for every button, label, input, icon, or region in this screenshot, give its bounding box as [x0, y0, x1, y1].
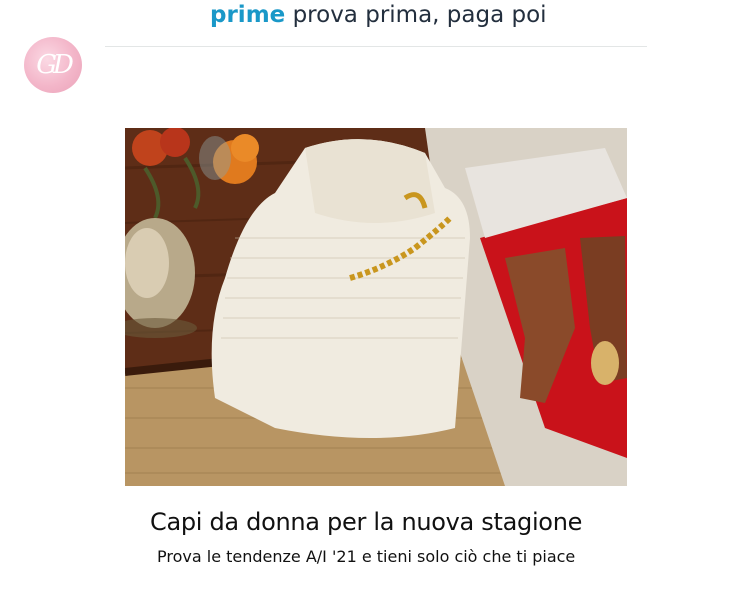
folded-sweater-photo-icon	[125, 128, 627, 486]
prime-tagline: prova prima, paga poi	[292, 2, 547, 28]
caption-title: Capi da donna per la nuova stagione	[150, 508, 583, 536]
prime-header: prime prova prima, paga poi	[0, 0, 740, 40]
watermark-logo-icon: GD	[24, 37, 82, 93]
header-divider	[105, 46, 647, 47]
prime-brand-word: prime	[210, 2, 286, 28]
logo-letters: GD	[36, 50, 74, 80]
caption-subtitle: Prova le tendenze A/I '21 e tieni solo c…	[157, 547, 576, 566]
hero-product-image[interactable]	[125, 128, 627, 486]
header-banner[interactable]: prime prova prima, paga poi	[210, 0, 547, 30]
